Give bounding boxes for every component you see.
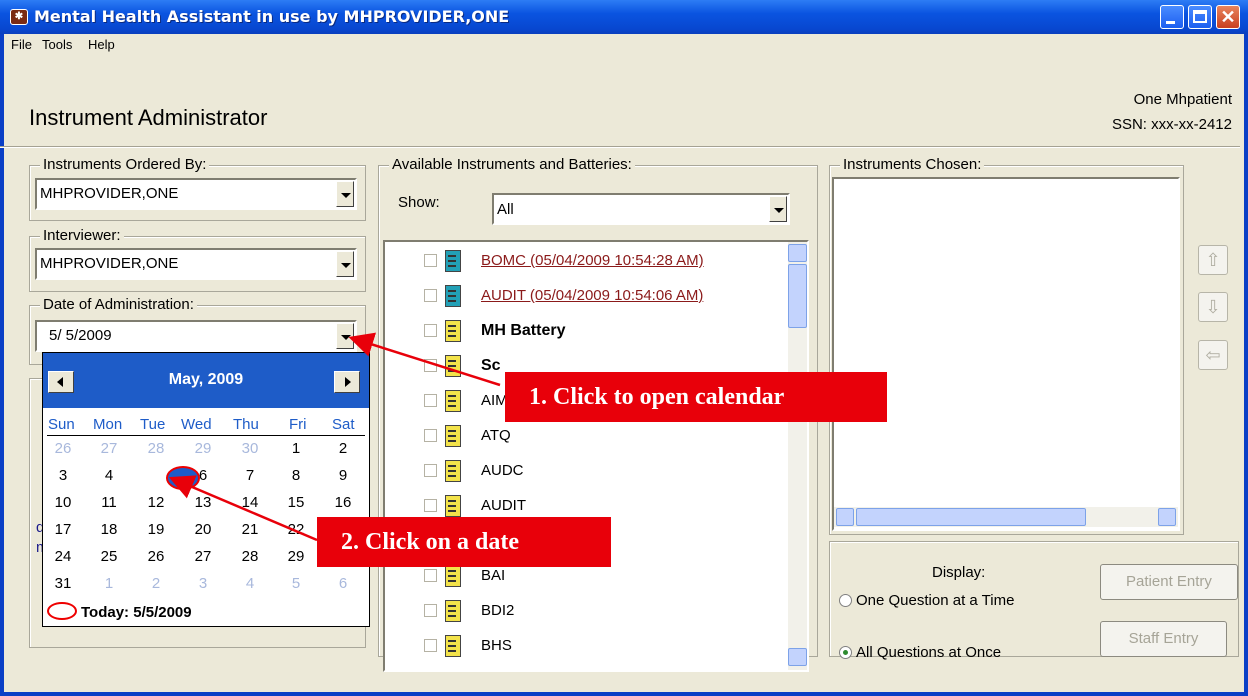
arrow-to-dropdown <box>348 332 501 387</box>
callout-click-date: 2. Click on a date <box>317 517 611 567</box>
callout-open-calendar: 1. Click to open calendar <box>505 372 887 422</box>
annotation-arrows <box>168 332 501 542</box>
arrow-to-date <box>168 475 318 542</box>
calendar-day[interactable]: 5 <box>143 467 169 484</box>
